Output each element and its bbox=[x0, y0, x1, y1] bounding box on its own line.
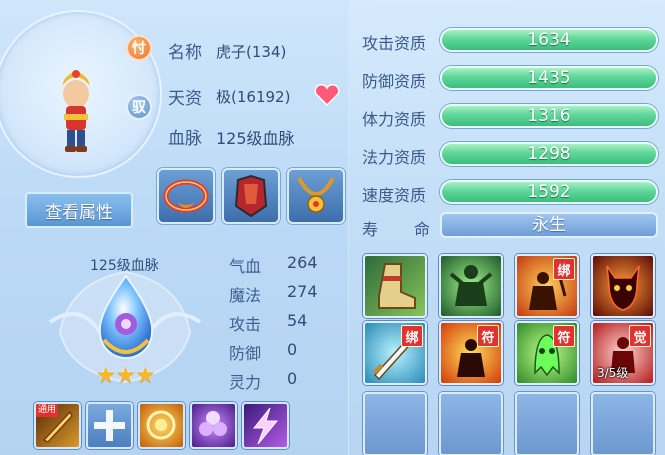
skill-slot-6[interactable]: 符 bbox=[439, 321, 503, 385]
purple-flower-icon bbox=[199, 411, 227, 436]
skill-slot-empty[interactable] bbox=[439, 392, 503, 455]
skill-level-overlay: 3/5级 bbox=[597, 366, 629, 380]
view-attributes-button[interactable]: 查看属性 bbox=[25, 192, 133, 228]
stat-row: 攻击 54 bbox=[229, 311, 339, 340]
aptitude-bar: 1435 bbox=[440, 66, 658, 90]
bound-tag: 绑 bbox=[553, 258, 575, 280]
aptitude-label: 防御资质 bbox=[362, 72, 427, 91]
talisman-tag: 符 bbox=[477, 325, 499, 347]
stat-name: 魔法 bbox=[229, 286, 262, 305]
lifespan-value: 永生 bbox=[440, 212, 658, 238]
bloodline-stats: 气血 264 魔法 274 攻击 54 防御 0 灵力 0 bbox=[229, 253, 339, 398]
golden-orb-icon bbox=[146, 410, 176, 440]
skill-slot-3[interactable]: 绑 bbox=[515, 254, 579, 318]
bottom-skill-5[interactable] bbox=[242, 402, 289, 449]
bound-tag: 绑 bbox=[401, 325, 423, 347]
stat-value: 0 bbox=[287, 369, 298, 388]
aptitude-label: 法力资质 bbox=[362, 148, 427, 167]
necklace-red-icon bbox=[163, 179, 209, 213]
name-badge-text: 忖 bbox=[132, 41, 146, 57]
skill-slot-4[interactable] bbox=[591, 254, 655, 318]
star-icon: ★ bbox=[96, 363, 116, 388]
aptitude-bar: 1316 bbox=[440, 104, 658, 128]
awaken-tag: 觉 bbox=[629, 325, 651, 347]
aptitude-label: 速度资质 bbox=[362, 186, 427, 205]
talisman-tag: 符 bbox=[553, 325, 575, 347]
skill-slot-2[interactable] bbox=[439, 254, 503, 318]
star-icon: ★ bbox=[135, 363, 156, 388]
name-badge-icon: 忖 bbox=[126, 35, 152, 61]
stat-value: 54 bbox=[287, 311, 308, 330]
pet-portrait-icon bbox=[62, 70, 90, 152]
talent-badge-text: 驭 bbox=[132, 100, 146, 116]
name-value: 虎子(134) bbox=[216, 43, 287, 61]
stat-value: 264 bbox=[287, 253, 318, 272]
stat-name: 气血 bbox=[229, 257, 262, 276]
equip-slot-1[interactable] bbox=[157, 168, 215, 224]
bottom-skill-add[interactable] bbox=[86, 402, 133, 449]
skill-slot-1[interactable] bbox=[363, 254, 427, 318]
stat-name: 攻击 bbox=[229, 315, 262, 334]
lifespan-label-1: 寿 bbox=[362, 220, 379, 239]
bottom-skill-1[interactable]: 通用 bbox=[34, 402, 81, 449]
plus-icon bbox=[94, 410, 125, 441]
equip-slot-2[interactable] bbox=[222, 168, 280, 224]
blood-value: 125级血脉 bbox=[216, 129, 295, 148]
blood-label: 血脉 bbox=[168, 129, 202, 149]
talent-badge-icon: 驭 bbox=[126, 94, 152, 120]
aptitude-bar: 1592 bbox=[440, 180, 658, 204]
aptitude-bar: 1298 bbox=[440, 142, 658, 166]
stat-value: 274 bbox=[287, 282, 318, 301]
aptitude-bar: 1634 bbox=[440, 28, 658, 52]
bottom-skill-4[interactable] bbox=[190, 402, 237, 449]
stat-row: 灵力 0 bbox=[229, 369, 339, 398]
skill-slot-7[interactable]: 符 bbox=[515, 321, 579, 385]
star-rating: ★★★ bbox=[96, 363, 155, 388]
aptitude-label: 攻击资质 bbox=[362, 34, 427, 53]
skill-slot-8[interactable]: 觉 3/5级 bbox=[591, 321, 655, 385]
boot-icon bbox=[378, 263, 416, 309]
lifespan-label-2: 命 bbox=[414, 220, 431, 239]
lightning-icon bbox=[252, 407, 279, 445]
talent-value: 极(16192) bbox=[216, 88, 291, 106]
stat-name: 防御 bbox=[229, 344, 262, 363]
stat-value: 0 bbox=[287, 340, 298, 359]
equip-slot-3[interactable] bbox=[287, 168, 345, 224]
stat-row: 气血 264 bbox=[229, 253, 339, 282]
name-label: 名称 bbox=[168, 43, 202, 63]
heart-icon[interactable] bbox=[314, 84, 340, 106]
armor-red-icon bbox=[234, 174, 268, 218]
aptitude-label: 体力资质 bbox=[362, 110, 427, 129]
bloodline-title: 125级血脉 bbox=[90, 258, 159, 274]
skill-slot-empty[interactable] bbox=[591, 392, 655, 455]
stat-row: 防御 0 bbox=[229, 340, 339, 369]
necklace-gold-icon bbox=[297, 177, 335, 213]
skill-slot-empty[interactable] bbox=[515, 392, 579, 455]
bottom-skill-3[interactable] bbox=[138, 402, 185, 449]
star-icon: ★ bbox=[115, 363, 136, 388]
skill-slot-5[interactable]: 绑 bbox=[363, 321, 427, 385]
bloodline-drop-icon[interactable] bbox=[94, 274, 158, 364]
green-warrior-icon bbox=[449, 265, 493, 306]
demon-head-icon bbox=[606, 265, 640, 311]
stat-name: 灵力 bbox=[229, 373, 262, 392]
stat-row: 魔法 274 bbox=[229, 282, 339, 311]
general-tag: 通用 bbox=[36, 404, 58, 417]
talent-label: 天资 bbox=[168, 89, 202, 109]
skill-slot-empty[interactable] bbox=[363, 392, 427, 455]
